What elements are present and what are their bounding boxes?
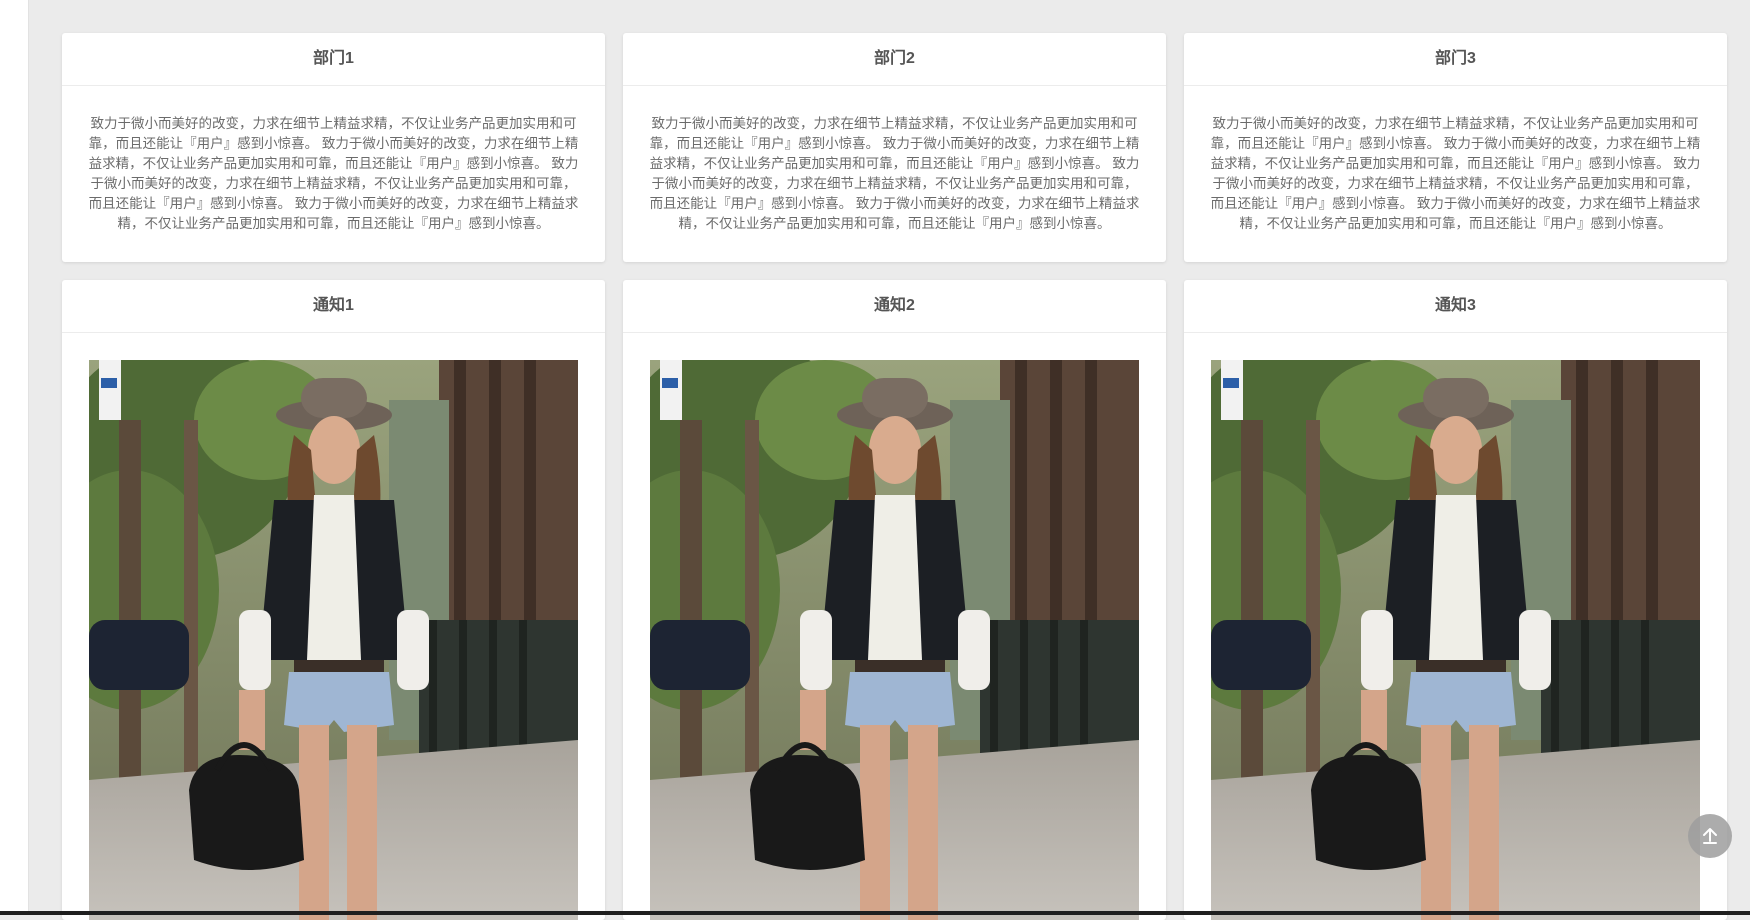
photo-illustration (89, 360, 578, 920)
arrow-up-icon (1703, 828, 1717, 844)
notice-photo[interactable] (89, 360, 578, 920)
photo-illustration (650, 360, 1139, 920)
card-text: 致力于微小而美好的改变，力求在细节上精益求精，不仅让业务产品更加实用和可靠，而且… (88, 116, 579, 231)
card-title: 通知3 (1184, 280, 1727, 333)
card-grid: 部门1 致力于微小而美好的改变，力求在细节上精益求精，不仅让业务产品更加实用和可… (62, 33, 1727, 920)
card-title: 部门3 (1184, 33, 1727, 86)
notice-card-2: 通知2 (623, 280, 1166, 920)
department-card-1: 部门1 致力于微小而美好的改变，力求在细节上精益求精，不仅让业务产品更加实用和可… (62, 33, 605, 262)
card-title: 通知1 (62, 280, 605, 333)
notice-card-1: 通知1 (62, 280, 605, 920)
notice-photo[interactable] (1211, 360, 1700, 920)
back-to-top-button[interactable] (1688, 814, 1732, 858)
card-title: 部门1 (62, 33, 605, 86)
left-rail (0, 0, 29, 915)
department-card-2: 部门2 致力于微小而美好的改变，力求在细节上精益求精，不仅让业务产品更加实用和可… (623, 33, 1166, 262)
card-title: 通知2 (623, 280, 1166, 333)
card-title: 部门2 (623, 33, 1166, 86)
card-text: 致力于微小而美好的改变，力求在细节上精益求精，不仅让业务产品更加实用和可靠，而且… (649, 116, 1140, 231)
bottom-border (0, 911, 1750, 915)
notice-card-3: 通知3 (1184, 280, 1727, 920)
card-text: 致力于微小而美好的改变，力求在细节上精益求精，不仅让业务产品更加实用和可靠，而且… (1210, 116, 1701, 231)
notice-photo[interactable] (650, 360, 1139, 920)
department-card-3: 部门3 致力于微小而美好的改变，力求在细节上精益求精，不仅让业务产品更加实用和可… (1184, 33, 1727, 262)
photo-illustration (1211, 360, 1700, 920)
